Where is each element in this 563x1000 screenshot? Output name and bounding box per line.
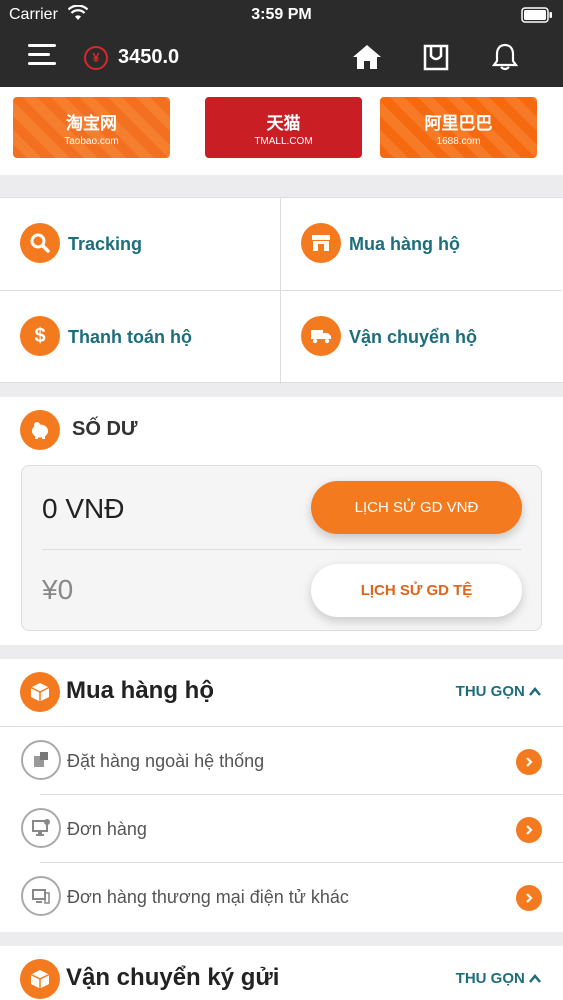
devices-icon <box>21 876 61 916</box>
cny-balance: ¥0 <box>42 574 74 605</box>
list-item-label: Đặt hàng ngoài hệ thống <box>67 751 265 771</box>
service-label: Thanh toán hộ <box>68 327 192 347</box>
status-bar: Carrier 3:59 PM <box>0 0 563 30</box>
hamburger-menu-icon[interactable] <box>28 44 58 72</box>
section-title: Mua hàng hộ <box>66 677 214 704</box>
chevron-right-icon <box>516 749 542 775</box>
services-grid: Tracking Mua hàng hộ $ Thanh toán hộ Vận… <box>0 197 563 384</box>
vnd-history-button[interactable]: LỊCH SỬ GD VNĐ <box>311 481 522 534</box>
tmall-banner[interactable]: 天猫 TMALL.COM <box>205 97 362 158</box>
service-tracking[interactable]: Tracking <box>0 198 281 291</box>
dollar-icon: $ <box>20 316 60 356</box>
box-icon <box>20 959 60 999</box>
vnd-balance: 0 VNĐ <box>42 493 125 524</box>
chevron-up-icon <box>529 687 541 696</box>
chevron-up-icon <box>529 974 541 983</box>
home-icon[interactable] <box>351 42 383 77</box>
balance-section: SỐ DƯ 0 VNĐ LỊCH SỬ GD VNĐ ¥0 LỊCH SỬ GD… <box>0 397 563 645</box>
alibaba-domain: 1688.com <box>436 136 481 147</box>
battery-icon <box>521 7 553 28</box>
cny-history-button[interactable]: LỊCH SỬ GD TỆ <box>311 564 522 617</box>
collapse-toggle[interactable]: THU GỌN <box>456 970 541 987</box>
section-title: Vận chuyển ký gửi <box>66 964 280 991</box>
tmall-domain: TMALL.COM <box>254 136 313 147</box>
chevron-right-icon <box>516 885 542 911</box>
box-icon <box>20 672 60 712</box>
alibaba-1688-banner[interactable]: 阿里巴巴 1688.com <box>380 97 537 158</box>
consignment-shipping-section: Vận chuyển ký gửi THU GỌN <box>0 946 563 1000</box>
bell-icon[interactable] <box>491 42 519 77</box>
external-order-icon <box>21 740 61 780</box>
buy-for-me-section: Mua hàng hộ THU GỌN Đặt hàng ngoài hệ th… <box>0 659 563 932</box>
taobao-banner[interactable]: 淘宝网 Taobao.com <box>13 97 170 158</box>
collapse-label: THU GỌN <box>455 683 525 700</box>
taobao-domain: Taobao.com <box>64 136 119 147</box>
top-navbar: ¥ 3450.0 <box>0 30 563 87</box>
clock: 3:59 PM <box>251 6 312 23</box>
list-item-label: Đơn hàng <box>67 819 147 839</box>
search-icon <box>20 223 60 263</box>
service-shipping[interactable]: Vận chuyển hộ <box>281 291 562 384</box>
balance-value: 3450.0 <box>118 46 180 68</box>
service-label: Vận chuyển hộ <box>349 327 478 347</box>
service-label: Tracking <box>68 234 143 254</box>
tmall-logo-text: 天猫 <box>266 114 301 133</box>
monitor-icon <box>21 808 61 848</box>
collapse-label: THU GỌN <box>455 970 525 987</box>
cart-icon[interactable] <box>422 42 450 77</box>
marketplace-banners: 淘宝网 Taobao.com 天猫 TMALL.COM 阿里巴巴 1688.co… <box>0 87 563 175</box>
truck-icon <box>301 316 341 356</box>
alibaba-logo-text: 阿里巴巴 <box>424 114 493 133</box>
balance-title: SỐ DƯ <box>72 418 138 440</box>
chevron-right-icon <box>516 817 542 843</box>
divider <box>42 549 521 550</box>
collapse-toggle[interactable]: THU GỌN <box>456 683 541 700</box>
service-label: Mua hàng hộ <box>349 234 460 254</box>
service-pay-for-me[interactable]: $ Thanh toán hộ <box>0 291 281 384</box>
piggy-bank-icon <box>20 410 60 450</box>
list-item-external-order[interactable]: Đặt hàng ngoài hệ thống <box>0 727 563 795</box>
store-icon <box>301 223 341 263</box>
list-item-label: Đơn hàng thương mại điện tử khác <box>67 887 349 907</box>
service-buy-for-me[interactable]: Mua hàng hộ <box>281 198 562 291</box>
taobao-logo-text: 淘宝网 <box>66 114 117 133</box>
list-item-other-ecommerce-orders[interactable]: Đơn hàng thương mại điện tử khác <box>0 863 563 931</box>
balance-card: 0 VNĐ LỊCH SỬ GD VNĐ ¥0 LỊCH SỬ GD TỆ <box>21 465 542 631</box>
yuan-icon: ¥ <box>84 46 108 70</box>
list-item-orders[interactable]: Đơn hàng <box>0 795 563 863</box>
